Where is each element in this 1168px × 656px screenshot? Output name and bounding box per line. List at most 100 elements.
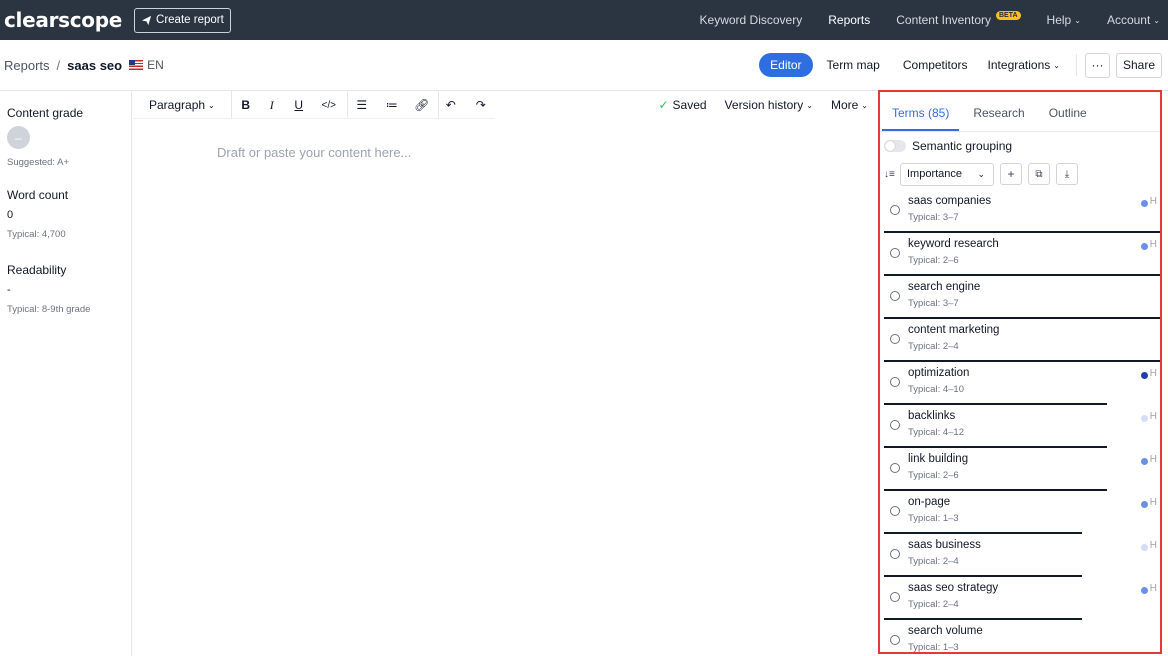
breadcrumb-reports-link[interactable]: Reports: [4, 58, 50, 73]
tab-competitors[interactable]: Competitors: [903, 58, 968, 72]
heading-indicator: H: [1149, 239, 1157, 250]
nav-account[interactable]: Account ⌄: [1107, 13, 1160, 27]
bold-icon[interactable]: B: [236, 98, 256, 112]
redo-icon[interactable]: ↷: [471, 98, 491, 112]
heading-indicator: H: [1149, 540, 1157, 551]
tab-outline[interactable]: Outline: [1039, 106, 1097, 131]
tab-term-map[interactable]: Term map: [827, 58, 880, 72]
nav-content-inventory[interactable]: Content Inventory BETA: [896, 10, 1021, 27]
top-navigation: clearscope Create report Keyword Discove…: [0, 0, 1168, 40]
term-row[interactable]: on-page Typical: 1–3 H: [884, 491, 1160, 534]
paragraph-style-select[interactable]: Paragraph ⌄: [149, 98, 215, 112]
download-icon[interactable]: ⤓: [1056, 163, 1078, 185]
check-icon: ✓: [658, 98, 669, 112]
term-radio[interactable]: [890, 248, 900, 258]
nav-help[interactable]: Help ⌄: [1047, 13, 1081, 27]
saved-label: Saved: [672, 98, 707, 112]
term-typical: Typical: 1–3: [908, 513, 959, 524]
term-row[interactable]: optimization Typical: 4–10 H: [884, 362, 1160, 405]
word-count-label: Word count: [7, 188, 69, 202]
chevron-down-icon: ⌄: [1074, 15, 1081, 25]
term-radio[interactable]: [890, 334, 900, 344]
italic-icon[interactable]: I: [262, 98, 282, 113]
term-radio[interactable]: [890, 377, 900, 387]
chevron-down-icon: ⌄: [977, 168, 985, 179]
more-dropdown[interactable]: More ⌄: [831, 98, 868, 112]
term-radio[interactable]: [890, 549, 900, 559]
term-row[interactable]: backlinks Typical: 4–12 H: [884, 405, 1160, 448]
term-radio[interactable]: [890, 592, 900, 602]
toolbar-divider: [133, 118, 495, 119]
chevron-down-icon: ⌄: [208, 100, 215, 110]
terms-list: saas companies Typical: 3–7 Hkeyword resea…: [884, 190, 1160, 653]
term-row[interactable]: saas seo strategy Typical: 2–4 H: [884, 577, 1160, 620]
semantic-grouping-toggle[interactable]: [884, 140, 906, 152]
term-row[interactable]: saas companies Typical: 3–7 H: [884, 190, 1160, 233]
heading-usage-dot: [1141, 501, 1148, 508]
beta-badge: BETA: [996, 10, 1021, 20]
term-row[interactable]: saas business Typical: 2–4 H: [884, 534, 1160, 577]
term-typical: Typical: 4–10: [908, 384, 964, 395]
heading-usage-dot: [1141, 415, 1148, 422]
bullet-list-icon[interactable]: ☰: [352, 98, 372, 112]
add-term-button[interactable]: +: [1000, 163, 1022, 185]
term-name: saas companies: [908, 195, 992, 207]
word-count-value: 0: [7, 209, 14, 221]
term-row[interactable]: search engine Typical: 3–7: [884, 276, 1160, 319]
create-report-button[interactable]: Create report: [134, 7, 231, 33]
term-name: on-page: [908, 496, 951, 508]
term-typical: Typical: 3–7: [908, 212, 959, 223]
term-typical: Typical: 1–3: [908, 642, 959, 653]
more-options-button[interactable]: ···: [1084, 52, 1110, 78]
term-radio[interactable]: [890, 506, 900, 516]
term-row[interactable]: search volume Typical: 1–3: [884, 620, 1160, 653]
term-name: keyword research: [908, 238, 999, 250]
term-name: search engine: [908, 281, 981, 293]
sort-icon[interactable]: ↓≡: [884, 169, 896, 180]
term-typical: Typical: 2–4: [908, 341, 959, 352]
clearscope-logo[interactable]: clearscope: [4, 8, 122, 32]
term-radio[interactable]: [890, 463, 900, 473]
term-row[interactable]: keyword research Typical: 2–6 H: [884, 233, 1160, 276]
heading-usage-dot: [1141, 243, 1148, 250]
numbered-list-icon[interactable]: ≔: [382, 98, 402, 112]
underline-icon[interactable]: U: [289, 98, 309, 112]
sort-select[interactable]: Importance ⌄: [900, 162, 994, 186]
version-history-label: Version history: [724, 98, 804, 112]
term-controls: ↓≡ Importance ⌄ + ⧉ ⤓: [884, 162, 1078, 186]
share-button[interactable]: Share: [1115, 52, 1162, 78]
nav-keyword-discovery[interactable]: Keyword Discovery: [700, 13, 803, 27]
report-header: Reports / saas seo EN Editor Term map Co…: [0, 40, 1168, 91]
heading-usage-dot: [1141, 200, 1148, 207]
term-radio[interactable]: [890, 635, 900, 645]
term-radio[interactable]: [890, 205, 900, 215]
content-grade-suggested: Suggested: A+: [7, 157, 70, 168]
tab-terms[interactable]: Terms (85): [882, 106, 960, 131]
content-grade-badge: –: [7, 126, 30, 149]
link-icon[interactable]: 🔗︎: [412, 98, 432, 112]
chevron-down-icon: ⌄: [861, 100, 868, 110]
tab-research[interactable]: Research: [963, 106, 1034, 131]
term-radio[interactable]: [890, 420, 900, 430]
nav-account-label: Account: [1106, 13, 1151, 27]
term-typical: Typical: 2–6: [908, 255, 959, 266]
term-row[interactable]: link building Typical: 2–6 H: [884, 448, 1160, 491]
version-history-dropdown[interactable]: Version history ⌄: [725, 98, 813, 112]
term-name: optimization: [908, 367, 970, 379]
tab-integrations[interactable]: Integrations ⌄: [988, 58, 1060, 72]
heading-indicator: H: [1149, 454, 1157, 465]
term-radio[interactable]: [890, 291, 900, 301]
code-icon[interactable]: </>: [319, 100, 339, 111]
nav-reports[interactable]: Reports: [828, 13, 870, 27]
editor-placeholder[interactable]: Draft or paste your content here...: [217, 145, 411, 160]
us-flag-icon: [129, 60, 144, 70]
heading-usage-dot: [1141, 544, 1148, 551]
heading-usage-dot: [1141, 372, 1148, 379]
chevron-down-icon: ⌄: [1153, 15, 1160, 25]
copy-icon[interactable]: ⧉: [1028, 163, 1050, 185]
divider: [230, 91, 232, 119]
tab-editor[interactable]: Editor: [759, 53, 813, 77]
term-row[interactable]: content marketing Typical: 2–4: [884, 319, 1160, 362]
heading-indicator: H: [1149, 583, 1157, 594]
undo-icon[interactable]: ↶: [441, 98, 461, 112]
